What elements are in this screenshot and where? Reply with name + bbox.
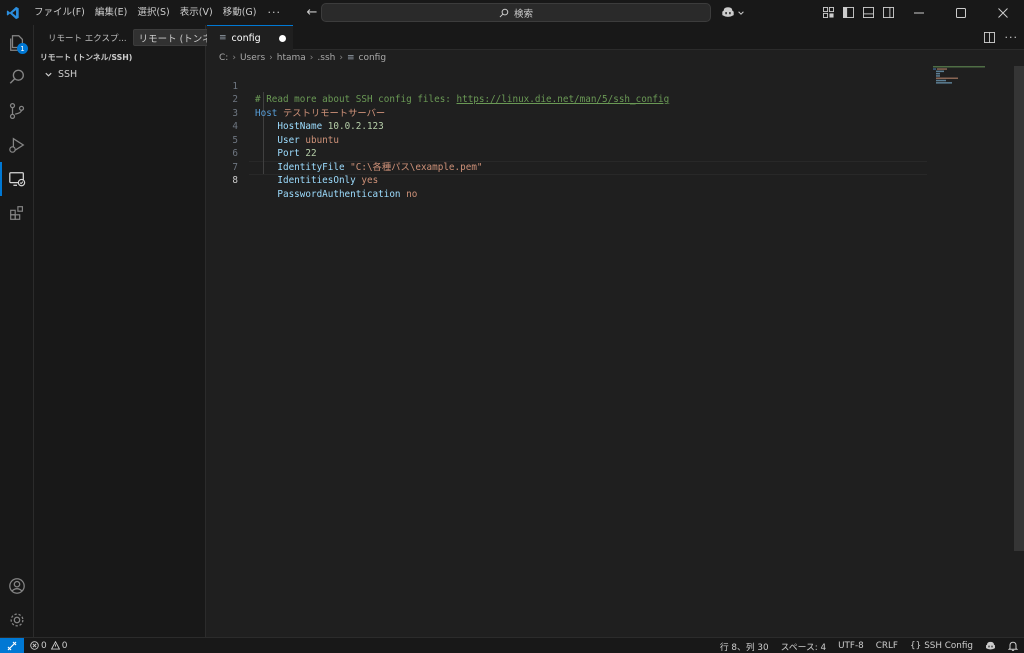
chevron-down-icon [45, 72, 52, 77]
breadcrumb-user-folder[interactable]: htama [277, 53, 306, 63]
chevron-right-icon: › [339, 53, 343, 63]
copilot-status-icon[interactable] [979, 641, 1002, 651]
sidebar-title: リモート エクスプ... [48, 33, 127, 44]
tab-config[interactable]: ≡ config [207, 25, 293, 50]
command-center-search[interactable]: 検索 [321, 3, 711, 22]
code-line: 6 IdentityFile "C:\各種パス\example.pem" [207, 134, 927, 173]
activity-bar: 1 [0, 25, 34, 637]
toggle-secondary-sidebar-icon[interactable] [878, 0, 898, 25]
error-count: 0 [41, 640, 47, 651]
breadcrumb-users[interactable]: Users [240, 53, 265, 63]
config-key: IdentitiesOnly [277, 175, 356, 186]
braces-icon: {} [909, 641, 922, 651]
menu-view[interactable]: 表示(V) [175, 0, 218, 25]
unsaved-dot-icon[interactable] [279, 35, 286, 42]
menu-go[interactable]: 移動(G) [218, 0, 262, 25]
code-line: 8 PasswordAuthentication no [207, 161, 927, 200]
code-line: 1 # Read more about SSH config files: ht… [207, 66, 927, 106]
menu-bar: ファイル(F) 編集(E) 選択(S) 表示(V) 移動(G) ··· [29, 0, 289, 25]
menu-file[interactable]: ファイル(F) [29, 0, 90, 25]
copilot-button[interactable] [721, 4, 745, 21]
search-icon[interactable] [0, 60, 34, 94]
breadcrumb: C: › Users › htama › .ssh › ≡ config [207, 50, 1007, 66]
remote-indicator-button[interactable] [0, 637, 24, 653]
code-line: 2 Host テストリモートサーバー [207, 80, 927, 119]
end-of-line[interactable]: CRLF [870, 641, 904, 651]
close-icon[interactable] [982, 0, 1024, 25]
code-line: 5 Port 22 [207, 120, 927, 160]
indentation[interactable]: スペース: 4 [775, 640, 833, 653]
remote-type-value: リモート (トンネ [138, 33, 212, 45]
tree-item-label: SSH [58, 68, 78, 80]
chevron-down-icon [738, 10, 744, 15]
menu-edit[interactable]: 編集(E) [90, 0, 132, 25]
chevron-right-icon: › [232, 53, 236, 63]
menu-selection[interactable]: 選択(S) [132, 0, 174, 25]
notifications-bell-icon[interactable] [1002, 641, 1024, 651]
warning-icon [50, 641, 60, 650]
chevron-right-icon: › [309, 53, 314, 63]
file-icon: ≡ [219, 33, 227, 43]
code-line: 7 IdentitiesOnly yes [207, 147, 927, 187]
extensions-icon[interactable] [0, 196, 34, 230]
encoding[interactable]: UTF-8 [832, 641, 870, 651]
code-line: 3 HostName 10.0.2.123 [207, 93, 927, 133]
explorer-badge: 1 [17, 43, 28, 54]
run-and-debug-icon[interactable] [0, 128, 34, 162]
remote-icon [7, 641, 17, 650]
problems-indicator[interactable]: 0 0 [30, 641, 67, 651]
editor-actions: ··· [983, 25, 1019, 50]
search-icon [499, 8, 509, 17]
customize-layout-icon[interactable] [818, 0, 838, 25]
vscode-logo-icon [1, 0, 25, 25]
toggle-panel-icon[interactable] [858, 0, 878, 25]
remote-explorer-icon[interactable] [0, 162, 34, 196]
maximize-icon[interactable] [940, 0, 982, 25]
menu-more-button[interactable]: ··· [261, 6, 289, 19]
code-line: 4 User ubuntu [207, 107, 927, 146]
language-mode[interactable]: {} SSH Config [904, 641, 979, 651]
editor-tabs-bar: ≡ config ··· [207, 25, 1024, 50]
tree-item-ssh[interactable]: SSH [34, 65, 205, 83]
code-editor[interactable]: 1 # Read more about SSH config files: ht… [207, 66, 1024, 637]
tab-label: config [231, 32, 261, 44]
back-arrow-icon[interactable]: ← [304, 5, 320, 20]
status-right: 行 8、列 30 スペース: 4 UTF-8 CRLF {} SSH Confi… [714, 638, 1024, 653]
error-icon [30, 641, 39, 650]
sidebar-header: リモート エクスプ... リモート (トンネ ··· [34, 25, 247, 50]
copilot-icon [722, 7, 734, 17]
config-value: yes [361, 175, 379, 186]
settings-gear-icon[interactable] [0, 603, 34, 637]
chevron-right-icon: › [269, 53, 273, 63]
minimize-icon[interactable] [898, 0, 940, 25]
accounts-icon[interactable] [0, 569, 34, 603]
remote-explorer-sidebar: リモート エクスプ... リモート (トンネ ··· リモート (トンネル/SS… [34, 25, 247, 637]
breadcrumb-ssh-folder[interactable]: .ssh [317, 53, 335, 63]
config-value: no [406, 188, 418, 200]
vertical-scrollbar[interactable] [1014, 66, 1024, 551]
config-key: PasswordAuthentication [277, 188, 401, 200]
line-number: 8 [232, 175, 238, 186]
section-header-remote-tunnels-ssh[interactable]: リモート (トンネル/SSH) [34, 50, 205, 65]
language-label: SSH Config [924, 641, 973, 651]
title-bar: ファイル(F) 編集(E) 選択(S) 表示(V) 移動(G) ··· ← → … [0, 0, 1024, 25]
source-control-icon[interactable] [0, 94, 34, 128]
breadcrumb-file[interactable]: config [359, 53, 387, 63]
breadcrumb-drive[interactable]: C: [219, 53, 228, 63]
toggle-primary-sidebar-icon[interactable] [838, 0, 858, 25]
explorer-icon[interactable]: 1 [0, 26, 34, 60]
minimap[interactable] [933, 66, 1013, 86]
file-icon: ≡ [346, 53, 355, 63]
warning-count: 0 [61, 640, 68, 651]
editor-more-actions-icon[interactable]: ··· [1005, 31, 1019, 44]
search-placeholder: 検索 [513, 8, 533, 20]
title-right-controls [818, 0, 1024, 25]
status-bar: 0 0 行 8、列 30 スペース: 4 UTF-8 CRLF {} SSH C… [0, 637, 1024, 653]
cursor-position[interactable]: 行 8、列 30 [714, 640, 775, 653]
split-editor-icon[interactable] [983, 32, 995, 43]
